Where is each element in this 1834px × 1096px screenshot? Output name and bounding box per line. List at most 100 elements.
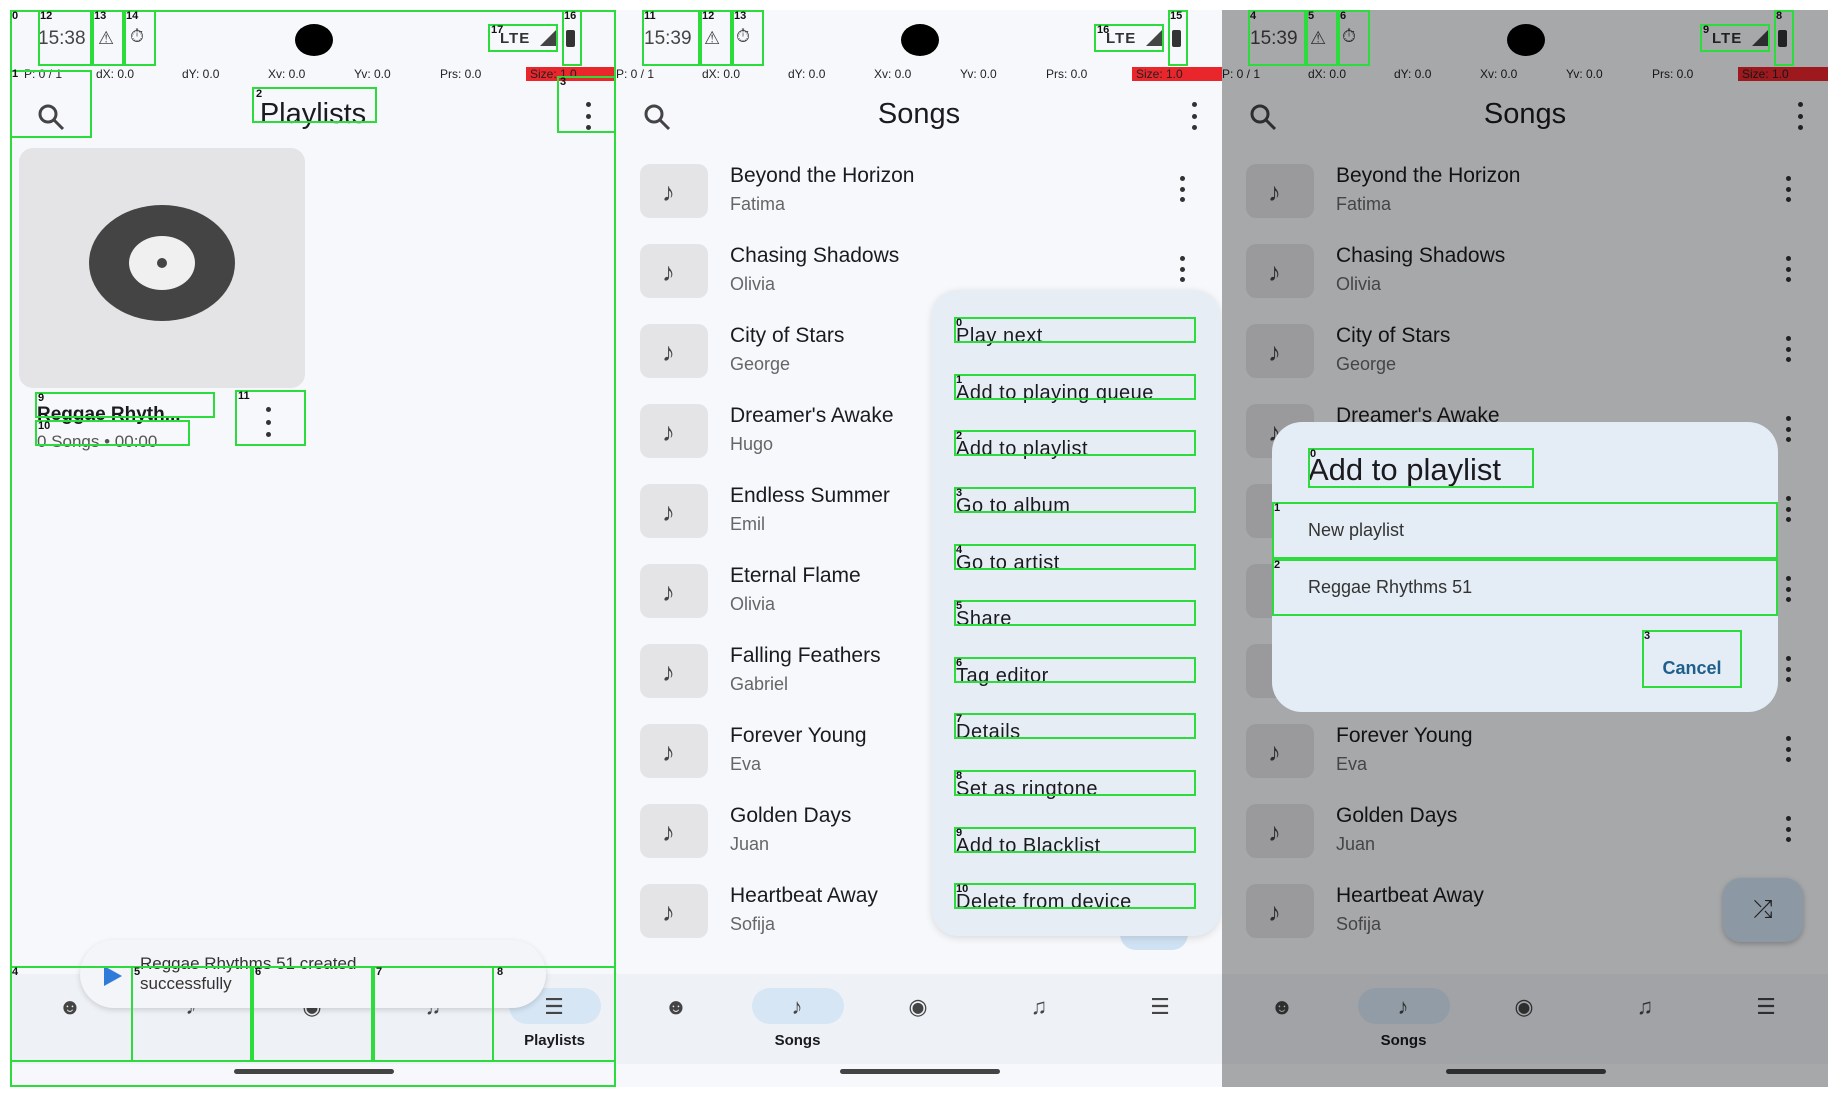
camera-cutout <box>901 24 939 56</box>
song-thumbnail: ♪ <box>640 644 708 698</box>
song-artist: Hugo <box>730 434 774 454</box>
warning-icon: ⚠ <box>98 28 115 48</box>
nav-playlists[interactable]: ☰ <box>1100 974 1221 1064</box>
debug-overlay: P: 0 / 1 dX: 0.0 dY: 0.0 Xv: 0.0 Yv: 0.0… <box>10 66 616 82</box>
dialog-new-playlist[interactable]: New playlist <box>1272 502 1778 558</box>
nav-songs[interactable]: ♪ Songs <box>737 974 858 1064</box>
home-indicator[interactable] <box>234 1069 394 1074</box>
song-context-menu: Play next Add to playing queue Add to pl… <box>932 290 1220 936</box>
song-artist: Fatima <box>730 194 786 214</box>
song-thumbnail: ♪ <box>640 564 708 618</box>
debug-prs: Prs: 0.0 <box>1046 67 1088 81</box>
song-title: Golden Days <box>730 804 852 827</box>
song-artist: George <box>730 354 791 374</box>
song-thumbnail: ♪ <box>640 404 708 458</box>
song-title: Dreamer's Awake <box>730 404 894 427</box>
overlay-index: 11 <box>238 390 250 402</box>
status-time: 15:38 <box>38 28 86 49</box>
song-title: Eternal Flame <box>730 564 861 587</box>
music-note-icon: ♪ <box>662 337 675 367</box>
song-thumbnail: ♪ <box>640 244 708 298</box>
playlist-more-icon[interactable] <box>264 407 272 437</box>
song-row[interactable]: ♪ Beyond the Horizon Fatima <box>616 158 1222 238</box>
song-artist: Eva <box>730 754 762 774</box>
nav-artists[interactable]: ♫ <box>979 974 1100 1064</box>
song-title: Beyond the Horizon <box>730 164 915 187</box>
menu-add-to-blacklist[interactable]: Add to Blacklist <box>956 835 1196 863</box>
signal-icon <box>1146 30 1162 46</box>
nav-for-you[interactable]: ☻ <box>616 974 737 1064</box>
song-artist: Emil <box>730 514 765 534</box>
playlist-meta: 0 Songs • 00:00 <box>37 432 158 451</box>
song-artist: Olivia <box>730 274 776 294</box>
menu-details[interactable]: Details <box>956 721 1196 749</box>
status-time: 15:39 <box>644 28 692 49</box>
debug-pointer: P: 0 / 1 <box>24 67 63 81</box>
playlist-cover[interactable] <box>19 148 305 388</box>
song-artist: Juan <box>730 834 770 854</box>
songs-context-menu-screen: 15:39 ⚠ ⏱ LTE P: 0 / 1 dX: 0.0 dY: 0.0 X… <box>616 10 1222 1087</box>
song-thumbnail: ♪ <box>640 724 708 778</box>
lte-indicator: LTE <box>500 30 531 47</box>
debug-dx: dX: 0.0 <box>96 67 135 81</box>
dialog-playlist-option[interactable]: Reggae Rhythms 51 <box>1272 559 1778 615</box>
status-bar: 15:38 ⚠ ⏱ LTE <box>10 10 616 66</box>
more-options-icon[interactable] <box>584 102 592 130</box>
music-note-icon: ♪ <box>662 417 675 447</box>
menu-go-to-artist[interactable]: Go to artist <box>956 552 1196 580</box>
song-more-icon[interactable] <box>1178 176 1186 202</box>
home-indicator[interactable] <box>840 1069 1000 1074</box>
nav-songs-label: Songs <box>774 1032 821 1049</box>
music-note-icon: ♪ <box>662 657 675 687</box>
song-title: Endless Summer <box>730 484 890 507</box>
music-note-icon: ♪ <box>662 897 675 927</box>
debug-dx: dX: 0.0 <box>702 67 741 81</box>
music-note-icon: ♪ <box>662 257 675 287</box>
more-options-icon[interactable] <box>1190 102 1198 130</box>
song-thumbnail: ♪ <box>640 804 708 858</box>
timer-icon: ⏱ <box>130 26 145 46</box>
playlist-icon: ☰ <box>544 994 564 1019</box>
debug-xv: Xv: 0.0 <box>874 67 912 81</box>
menu-set-ringtone[interactable]: Set as ringtone <box>956 778 1196 806</box>
menu-play-next[interactable]: Play next <box>956 325 1196 353</box>
playlists-screen: 15:38 ⚠ ⏱ LTE P: 0 / 1 dX: 0.0 dY: 0.0 X… <box>10 10 616 1087</box>
music-note-icon: ♪ <box>662 497 675 527</box>
warning-icon: ⚠ <box>704 28 721 48</box>
song-title: Heartbeat Away <box>730 884 878 907</box>
menu-tag-editor[interactable]: Tag editor <box>956 665 1196 693</box>
overlay-index: 9 <box>38 392 45 404</box>
music-note-icon: ♪ <box>791 994 803 1019</box>
face-icon: ☻ <box>664 994 688 1019</box>
toast-message: Reggae Rhythms 51 created successfully <box>80 940 546 1008</box>
music-note-icon: ♪ <box>662 737 675 767</box>
song-title: City of Stars <box>730 324 845 347</box>
debug-xv: Xv: 0.0 <box>268 67 306 81</box>
song-thumbnail: ♪ <box>640 484 708 538</box>
toast-text: Reggae Rhythms 51 created successfully <box>140 954 357 993</box>
music-note-icon: ♪ <box>662 577 675 607</box>
debug-size: Size: 1.0 <box>526 67 616 81</box>
top-app-bar: Playlists <box>10 84 616 150</box>
debug-yv: Yv: 0.0 <box>354 67 391 81</box>
artist-icon: ♫ <box>1030 994 1048 1019</box>
menu-share[interactable]: Share <box>956 608 1196 636</box>
song-more-icon[interactable] <box>1178 256 1186 282</box>
debug-yv: Yv: 0.0 <box>960 67 997 81</box>
bottom-navigation: ☻ ♪ Songs ◉ ♫ ☰ <box>616 974 1222 1064</box>
menu-add-to-queue[interactable]: Add to playing queue <box>956 382 1196 410</box>
menu-delete-from-device[interactable]: Delete from device <box>956 891 1196 919</box>
cancel-button[interactable]: Cancel <box>1642 640 1742 696</box>
battery-icon <box>1172 30 1181 47</box>
playlist-name[interactable]: Reggae Rhyth... <box>37 404 181 426</box>
add-to-playlist-screen: 15:39 ⚠ ⏱ LTE P: 0 / 1 dX: 0.0 dY: 0.0 X… <box>1222 10 1828 1087</box>
signal-icon <box>540 30 556 46</box>
menu-add-to-playlist[interactable]: Add to playlist <box>956 438 1196 466</box>
song-artist: Gabriel <box>730 674 789 694</box>
menu-go-to-album[interactable]: Go to album <box>956 495 1196 523</box>
page-title: Songs <box>877 98 961 130</box>
nav-albums[interactable]: ◉ <box>858 974 979 1064</box>
nav-playlists-label: Playlists <box>524 1032 585 1049</box>
song-thumbnail: ♪ <box>640 324 708 378</box>
song-thumbnail: ♪ <box>640 164 708 218</box>
